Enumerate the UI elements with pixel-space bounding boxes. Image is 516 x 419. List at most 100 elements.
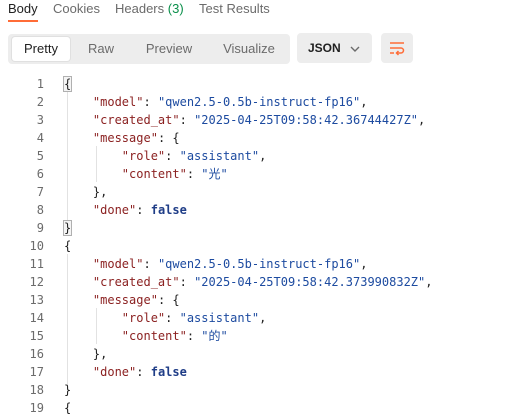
- code-text: }: [62, 219, 73, 237]
- json-punctuation: [64, 113, 93, 127]
- json-boolean: false: [150, 365, 187, 379]
- json-punctuation: : {: [157, 131, 180, 145]
- json-punctuation: :: [179, 113, 195, 127]
- line-number: 11: [29, 257, 44, 271]
- line-number: 12: [29, 275, 44, 289]
- json-punctuation: :: [143, 95, 158, 109]
- code-line: 7 },: [0, 183, 516, 201]
- pretty-button[interactable]: Pretty: [12, 37, 70, 61]
- code-line: 12 "created_at": "2025-04-25T09:58:42.37…: [0, 273, 516, 291]
- code-text: "model": "qwen2.5-0.5b-instruct-fp16",: [64, 255, 368, 273]
- code-text: "done": false: [64, 363, 187, 381]
- json-punctuation: {: [64, 239, 72, 253]
- code-text: {: [64, 399, 71, 417]
- line-number: 15: [29, 329, 44, 343]
- format-button-group: Pretty Raw Preview Visualize: [8, 34, 290, 64]
- code-line: 3 "created_at": "2025-04-25T09:58:42.367…: [0, 111, 516, 129]
- json-punctuation: }: [64, 383, 72, 397]
- json-punctuation: ,: [360, 257, 368, 271]
- line-number: 14: [29, 311, 44, 325]
- tab-headers[interactable]: Headers (3): [115, 0, 184, 26]
- code-text: {: [62, 75, 73, 93]
- code-text: "content": "的": [64, 327, 228, 345]
- code-line: 16 },: [0, 345, 516, 363]
- json-punctuation: :: [165, 311, 180, 325]
- line-number: 16: [29, 347, 44, 361]
- line-number: 3: [36, 113, 44, 127]
- json-punctuation: [64, 203, 93, 217]
- json-string: "qwen2.5-0.5b-instruct-fp16": [157, 257, 361, 271]
- json-punctuation: :: [165, 149, 180, 163]
- code-text: "model": "qwen2.5-0.5b-instruct-fp16",: [64, 93, 368, 111]
- json-punctuation: [64, 131, 93, 145]
- code-text: "content": "光": [64, 165, 228, 183]
- code-line: 11 "model": "qwen2.5-0.5b-instruct-fp16"…: [0, 255, 516, 273]
- code-text: }: [64, 381, 71, 399]
- language-select-value: JSON: [308, 41, 341, 55]
- json-punctuation: {: [64, 401, 72, 415]
- tab-body[interactable]: Body: [8, 0, 38, 26]
- json-punctuation: }: [62, 220, 73, 236]
- json-key: "content": [121, 329, 187, 343]
- line-number: 7: [36, 185, 44, 199]
- json-key: "role": [121, 311, 166, 325]
- json-key: "model": [92, 95, 144, 109]
- response-tabs: Body Cookies Headers (3) Test Results: [0, 0, 516, 26]
- json-punctuation: ,: [259, 311, 267, 325]
- json-key: "created_at": [92, 113, 180, 127]
- json-punctuation: [64, 167, 122, 181]
- json-string: "2025-04-25T09:58:42.373990832Z": [194, 275, 426, 289]
- code-text: "done": false: [64, 201, 187, 219]
- json-punctuation: ,: [360, 95, 368, 109]
- json-punctuation: :: [143, 257, 158, 271]
- line-number: 1: [36, 77, 44, 91]
- code-text: "message": {: [64, 129, 180, 147]
- code-line: 19 {: [0, 399, 516, 417]
- tab-cookies[interactable]: Cookies: [53, 0, 100, 26]
- json-punctuation: :: [136, 365, 151, 379]
- json-punctuation: ,: [259, 149, 267, 163]
- preview-button[interactable]: Preview: [134, 37, 204, 61]
- json-string: "2025-04-25T09:58:42.36744427Z": [194, 113, 419, 127]
- code-line: 5 "role": "assistant",: [0, 147, 516, 165]
- json-key: "created_at": [92, 275, 180, 289]
- json-string: "的": [201, 329, 228, 343]
- code-text: "role": "assistant",: [64, 147, 267, 165]
- raw-button[interactable]: Raw: [76, 37, 126, 61]
- json-key: "done": [92, 365, 137, 379]
- headers-count-badge: (3): [167, 1, 184, 16]
- json-punctuation: ,: [418, 113, 426, 127]
- code-text: "message": {: [64, 291, 180, 309]
- code-line: 2 "model": "qwen2.5-0.5b-instruct-fp16",: [0, 93, 516, 111]
- json-key: "model": [92, 257, 144, 271]
- line-number: 4: [36, 131, 44, 145]
- json-punctuation: :: [136, 203, 151, 217]
- visualize-button[interactable]: Visualize: [212, 37, 286, 61]
- json-key: "content": [121, 167, 187, 181]
- code-line: 8 "done": false: [0, 201, 516, 219]
- json-punctuation: ,: [425, 275, 433, 289]
- json-punctuation: [64, 293, 93, 307]
- json-punctuation: [64, 257, 93, 271]
- json-string: "光": [201, 167, 228, 181]
- json-punctuation: },: [64, 185, 108, 199]
- json-punctuation: [64, 329, 122, 343]
- json-punctuation: :: [186, 167, 202, 181]
- tab-test-results[interactable]: Test Results: [199, 0, 270, 26]
- code-text: "created_at": "2025-04-25T09:58:42.36744…: [64, 111, 425, 129]
- line-number: 6: [36, 167, 44, 181]
- tab-cookies-label: Cookies: [53, 1, 100, 16]
- code-line: 15 "content": "的": [0, 327, 516, 345]
- response-body-editor[interactable]: 1 {2 "model": "qwen2.5-0.5b-instruct-fp16…: [0, 75, 516, 419]
- tab-test-results-label: Test Results: [199, 1, 270, 16]
- line-number: 17: [29, 365, 44, 379]
- json-punctuation: [64, 365, 93, 379]
- json-key: "role": [121, 149, 166, 163]
- code-line: 4 "message": {: [0, 129, 516, 147]
- code-line: 10 {: [0, 237, 516, 255]
- tab-body-label: Body: [8, 1, 38, 16]
- text-wrap-button[interactable]: [381, 33, 413, 63]
- code-line: 9}: [0, 219, 516, 237]
- language-select[interactable]: JSON: [297, 33, 372, 63]
- json-punctuation: {: [62, 76, 73, 92]
